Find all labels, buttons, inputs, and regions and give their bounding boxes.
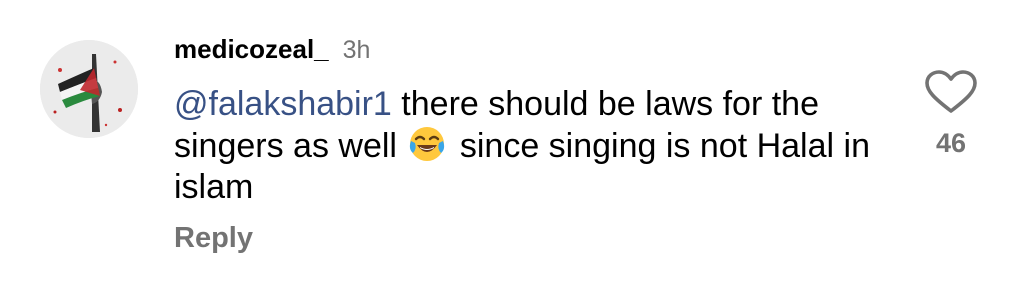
comment-header: medicozeal_ 3h	[174, 34, 370, 68]
mention-link[interactable]: @falakshabir1	[174, 85, 392, 123]
like-count: 46	[935, 128, 967, 158]
reply-button[interactable]: Reply	[174, 222, 253, 255]
timestamp: 3h	[342, 36, 371, 64]
avatar[interactable]	[40, 40, 138, 138]
like-button[interactable]	[924, 70, 978, 114]
comment-text: @falakshabir1 there should be laws for t…	[174, 84, 874, 208]
heart-outline-icon	[924, 70, 978, 118]
username[interactable]: medicozeal_	[174, 34, 329, 65]
comment: medicozeal_ 3h @falakshabir1 there shoul…	[0, 0, 1024, 286]
face-with-tears-of-joy-emoji	[408, 125, 446, 163]
avatar-image	[40, 40, 138, 138]
